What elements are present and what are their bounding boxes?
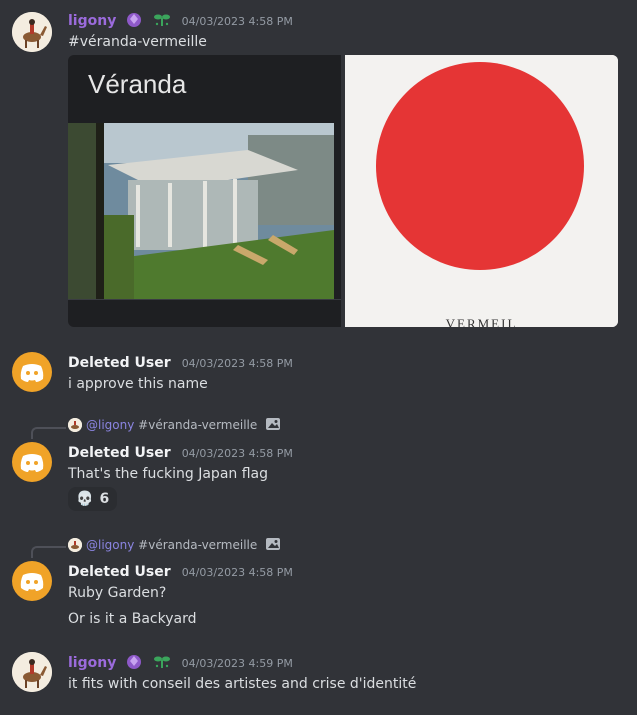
red-circle-image — [345, 55, 618, 327]
skull-reaction[interactable]: 💀 6 — [68, 487, 118, 511]
reply-reference[interactable]: @ligony #véranda-vermeille — [68, 416, 281, 437]
message-ligony-2: ligony 04/03/2023 4:59 PM it fits with c… — [0, 645, 637, 715]
vermeil-image-attachment[interactable]: VERMEIL — [345, 55, 618, 327]
reply-spine — [31, 427, 66, 439]
discord-logo-icon — [20, 364, 44, 382]
green-sprout-badge-icon[interactable] — [153, 652, 171, 675]
reply-avatar — [68, 418, 82, 432]
message-header: ligony 04/03/2023 4:59 PM — [68, 652, 293, 672]
timestamp[interactable]: 04/03/2023 4:58 PM — [182, 566, 293, 579]
purple-crystal-badge-icon[interactable] — [125, 652, 143, 675]
reply-reference[interactable]: @ligony #véranda-vermeille — [68, 536, 281, 557]
avatar[interactable] — [12, 652, 52, 692]
reply-mention[interactable]: @ligony — [86, 538, 134, 552]
message-deleted-user-1: Deleted User 04/03/2023 4:58 PM i approv… — [0, 335, 637, 405]
message-text-followup: Or is it a Backyard — [68, 611, 197, 627]
veranda-photo — [68, 123, 341, 300]
skull-icon: 💀 — [76, 491, 94, 507]
message-ligony-1: ligony 04/03/2023 4:58 PM #véranda-verme… — [0, 0, 637, 335]
camel-rider-icon — [12, 12, 52, 52]
message-deleted-user-3: @ligony #véranda-vermeille Deleted User … — [0, 525, 637, 645]
message-header: Deleted User 04/03/2023 4:58 PM — [68, 442, 293, 462]
message-header: ligony 04/03/2023 4:58 PM — [68, 10, 293, 30]
message-deleted-user-2: @ligony #véranda-vermeille Deleted User … — [0, 405, 637, 525]
reply-mention[interactable]: @ligony — [86, 418, 134, 432]
avatar[interactable] — [12, 352, 52, 392]
message-text: That's the fucking Japan flag — [68, 466, 268, 482]
message-header: Deleted User 04/03/2023 4:58 PM — [68, 561, 293, 581]
avatar[interactable] — [12, 12, 52, 52]
username[interactable]: Deleted User — [68, 445, 171, 461]
attachment-caption: VERMEIL — [445, 316, 518, 327]
camel-rider-icon — [12, 652, 52, 692]
discord-logo-icon — [20, 454, 44, 472]
username[interactable]: ligony — [68, 13, 116, 29]
username[interactable]: Deleted User — [68, 564, 171, 580]
green-sprout-badge-icon[interactable] — [153, 10, 171, 33]
message-text: it fits with conseil des artistes and cr… — [68, 676, 417, 692]
reply-spine — [31, 546, 66, 558]
timestamp[interactable]: 04/03/2023 4:58 PM — [182, 15, 293, 28]
avatar[interactable] — [12, 442, 52, 482]
message-text: #véranda-vermeille — [68, 34, 207, 50]
reply-text: #véranda-vermeille — [138, 538, 258, 552]
message-text: Ruby Garden? — [68, 585, 167, 601]
reaction-count: 6 — [99, 491, 110, 507]
timestamp[interactable]: 04/03/2023 4:58 PM — [182, 447, 293, 460]
image-icon — [265, 416, 281, 437]
veranda-image-attachment[interactable]: Véranda — [68, 55, 341, 327]
message-header: Deleted User 04/03/2023 4:58 PM — [68, 352, 293, 372]
username[interactable]: ligony — [68, 655, 116, 671]
timestamp[interactable]: 04/03/2023 4:59 PM — [182, 657, 293, 670]
purple-crystal-badge-icon[interactable] — [125, 10, 143, 33]
avatar[interactable] — [12, 561, 52, 601]
username[interactable]: Deleted User — [68, 355, 171, 371]
discord-logo-icon — [20, 573, 44, 591]
image-icon — [265, 536, 281, 557]
timestamp[interactable]: 04/03/2023 4:58 PM — [182, 357, 293, 370]
reply-avatar — [68, 538, 82, 552]
reply-text: #véranda-vermeille — [138, 418, 258, 432]
message-text: i approve this name — [68, 376, 208, 392]
